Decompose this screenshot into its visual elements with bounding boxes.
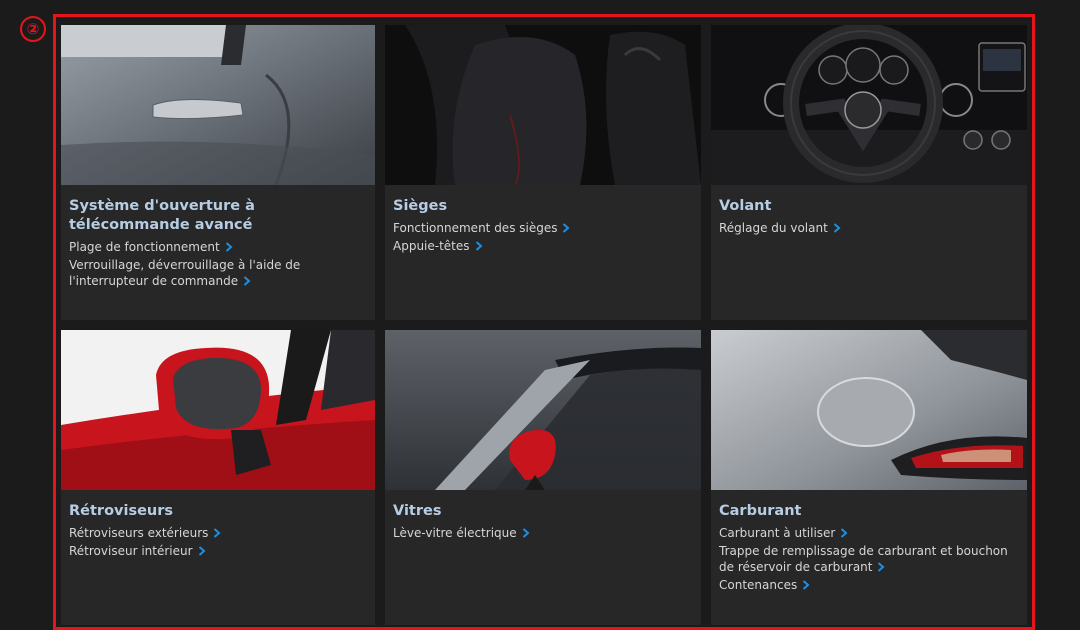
link-label: Réglage du volant <box>719 221 828 235</box>
link-label: Contenances <box>719 577 798 592</box>
chevron-right-icon <box>841 528 848 538</box>
link-lock-unlock-switch[interactable]: Verrouillage, déverrouillage à l'aide de… <box>69 257 367 290</box>
link-capacities[interactable]: Contenances <box>719 577 1019 594</box>
chevron-right-icon <box>833 223 841 233</box>
link-label: Rétroviseur intérieur <box>69 543 193 558</box>
link-exterior-mirrors[interactable]: Rétroviseurs extérieurs <box>69 525 367 542</box>
link-headrests[interactable]: Appuie-têtes <box>393 238 693 255</box>
card-title: Volant <box>719 198 772 214</box>
card-mirrors: Rétroviseurs Rétroviseurs extérieurs Rét… <box>61 330 375 625</box>
card-title: Système d'ouverture à télécommande avanc… <box>69 198 255 233</box>
link-steering-adjust[interactable]: Réglage du volant <box>719 220 1019 237</box>
card-title: Vitres <box>393 503 442 519</box>
chevron-right-icon <box>243 276 251 286</box>
card-title: Carburant <box>719 503 802 519</box>
fuel-door-photo[interactable] <box>711 330 1027 490</box>
link-label: Trappe de remplissage de carburant et bo… <box>719 543 1008 575</box>
seats-photo[interactable] <box>385 25 701 185</box>
chevron-right-icon <box>803 579 810 590</box>
card-steering-wheel: Volant Réglage du volant <box>711 25 1027 320</box>
chevron-right-icon <box>198 545 206 556</box>
card-title: Sièges <box>393 198 448 214</box>
link-fuel-type[interactable]: Carburant à utiliser <box>719 525 1019 542</box>
link-fuel-filler-door[interactable]: Trappe de remplissage de carburant et bo… <box>719 543 1019 576</box>
card-seats: Sièges Fonctionnement des sièges Appuie-… <box>385 25 701 320</box>
chevron-right-icon <box>522 528 530 538</box>
link-power-windows[interactable]: Lève-vitre électrique <box>393 525 693 542</box>
link-interior-mirror[interactable]: Rétroviseur intérieur <box>69 543 367 560</box>
door-handle-photo[interactable] <box>61 25 375 185</box>
link-label: Lève-vitre électrique <box>393 526 517 540</box>
link-seat-operation[interactable]: Fonctionnement des sièges <box>393 220 693 237</box>
card-fuel: Carburant Carburant à utiliser Trappe de… <box>711 330 1027 625</box>
steering-wheel-photo[interactable] <box>711 25 1027 185</box>
window-photo[interactable] <box>385 330 701 490</box>
link-label: Rétroviseurs extérieurs <box>69 526 209 540</box>
chevron-right-icon <box>878 562 885 572</box>
link-label: Verrouillage, déverrouillage à l'aide de… <box>69 257 301 289</box>
link-operating-range[interactable]: Plage de fonctionnement <box>69 239 367 256</box>
link-label: Appuie-têtes <box>393 238 470 253</box>
card-title: Rétroviseurs <box>69 503 174 519</box>
link-label: Carburant à utiliser <box>719 526 836 540</box>
chevron-right-icon <box>475 240 483 251</box>
highlight-frame: Système d'ouverture à télécommande avanc… <box>53 14 1035 630</box>
card-keyless-entry: Système d'ouverture à télécommande avanc… <box>61 25 375 320</box>
feature-grid: Système d'ouverture à télécommande avanc… <box>61 25 1027 625</box>
chevron-right-icon <box>214 528 221 538</box>
card-windows: Vitres Lève-vitre électrique <box>385 330 701 625</box>
chevron-right-icon <box>563 223 570 233</box>
link-label: Fonctionnement des sièges <box>393 221 558 235</box>
callout-number-marker: ② <box>20 16 46 42</box>
mirror-photo[interactable] <box>61 330 375 490</box>
link-label: Plage de fonctionnement <box>69 240 220 254</box>
chevron-right-icon <box>225 242 233 252</box>
